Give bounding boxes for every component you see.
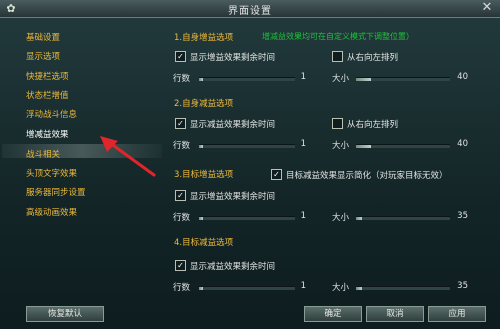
sidebar-item-advanced-animation[interactable]: 高级动画效果 — [26, 206, 77, 218]
self-buff-size-value: 40 — [457, 72, 468, 82]
slider-fill — [199, 145, 203, 148]
self-debuff-size-label: 大小 — [332, 141, 350, 151]
sidebar-item-hotbar[interactable]: 快捷栏选项 — [26, 70, 69, 82]
target-debuff-rows-slider[interactable] — [199, 286, 295, 290]
title-bar[interactable]: ✿ 界面设置 ✕ — [0, 0, 500, 18]
self-debuff-rows-value: 1 — [300, 139, 306, 149]
target-buff-rows-slider[interactable] — [199, 216, 295, 220]
self-buff-show-time-label: 显示增益效果剩余时间 — [190, 53, 276, 63]
target-buff-size-label: 大小 — [332, 213, 350, 223]
slider-fill — [356, 145, 371, 148]
section-self-debuff-title: 2.自身减益选项 — [174, 99, 234, 109]
slider-fill — [356, 217, 362, 220]
target-buff-rows-label: 行数 — [173, 213, 191, 223]
target-debuff-show-time-checkbox[interactable]: ✓ — [175, 260, 186, 271]
slider-fill — [356, 78, 371, 81]
sidebar-item-display[interactable]: 显示选项 — [26, 50, 60, 62]
self-debuff-show-time-checkbox[interactable]: ✓ — [175, 118, 186, 129]
target-debuff-size-value: 35 — [457, 281, 468, 291]
target-buff-show-time-checkbox[interactable]: ✓ — [175, 190, 186, 201]
target-buff-size-value: 35 — [457, 211, 468, 221]
self-debuff-size-value: 40 — [457, 139, 468, 149]
settings-window: ✿ 界面设置 ✕ 基础设置 显示选项 快捷栏选项 状态栏增值 浮动战斗信息 增减… — [0, 0, 500, 329]
self-debuff-rows-slider[interactable] — [199, 144, 295, 148]
cancel-button[interactable]: 取消 — [366, 306, 424, 322]
restore-default-button[interactable]: 恢复默认 — [26, 306, 104, 322]
self-buff-size-slider[interactable] — [356, 77, 450, 81]
self-debuff-right-to-left-label: 从右向左排列 — [347, 120, 399, 130]
target-buff-show-time-label: 显示增益效果剩余时间 — [190, 192, 276, 202]
sidebar-item-overhead-text[interactable]: 头顶文字效果 — [26, 167, 77, 179]
close-icon[interactable]: ✕ — [480, 1, 494, 15]
slider-fill — [199, 217, 203, 220]
self-debuff-rows-label: 行数 — [173, 141, 191, 151]
slider-fill — [199, 78, 203, 81]
self-buff-size-label: 大小 — [332, 74, 350, 84]
self-buff-show-time-checkbox[interactable]: ✓ — [175, 51, 186, 62]
target-debuff-rows-value: 1 — [300, 281, 306, 291]
target-buff-rows-value: 1 — [300, 211, 306, 221]
sidebar-item-floating-combat[interactable]: 浮动战斗信息 — [26, 108, 77, 120]
window-title: 界面设置 — [228, 6, 272, 17]
self-debuff-show-time-label: 显示减益效果剩余时间 — [190, 120, 276, 130]
self-buff-rows-slider[interactable] — [199, 77, 295, 81]
self-debuff-size-slider[interactable] — [356, 144, 450, 148]
target-debuff-simplify-label: 目标减益效果显示简化（对玩家目标无效） — [286, 171, 448, 181]
target-debuff-simplify-checkbox[interactable]: ✓ — [271, 169, 282, 180]
self-buff-rows-label: 行数 — [173, 74, 191, 84]
self-buff-right-to-left-checkbox[interactable] — [332, 51, 343, 62]
target-debuff-show-time-label: 显示减益效果剩余时间 — [190, 262, 276, 272]
target-debuff-size-slider[interactable] — [356, 286, 450, 290]
target-debuff-rows-label: 行数 — [173, 283, 191, 293]
annotation-arrow-icon — [100, 136, 156, 177]
sidebar-item-status-bar[interactable]: 状态栏增值 — [26, 89, 69, 101]
target-debuff-size-label: 大小 — [332, 283, 350, 293]
sidebar-item-basic[interactable]: 基础设置 — [26, 31, 60, 43]
slider-fill — [356, 287, 362, 290]
section-target-buff-title: 3.目标增益选项 — [174, 170, 234, 180]
slider-fill — [199, 287, 203, 290]
section-target-debuff-title: 4.目标减益选项 — [174, 238, 234, 248]
position-hint: 增减益效果均可在自定义模式下调整位置） — [262, 32, 414, 41]
target-buff-size-slider[interactable] — [356, 216, 450, 220]
confirm-button[interactable]: 确定 — [304, 306, 362, 322]
self-buff-rows-value: 1 — [300, 72, 306, 82]
sidebar-item-buffs[interactable]: 增减益效果 — [26, 128, 69, 140]
self-debuff-right-to-left-checkbox[interactable] — [332, 118, 343, 129]
apply-button[interactable]: 应用 — [428, 306, 486, 322]
section-self-buff-title: 1.自身增益选项 — [174, 33, 234, 43]
sidebar-item-server-sync[interactable]: 服务器同步设置 — [26, 186, 86, 198]
self-buff-right-to-left-label: 从右向左排列 — [347, 53, 399, 63]
sidebar-item-combat[interactable]: 战斗相关 — [26, 148, 60, 160]
